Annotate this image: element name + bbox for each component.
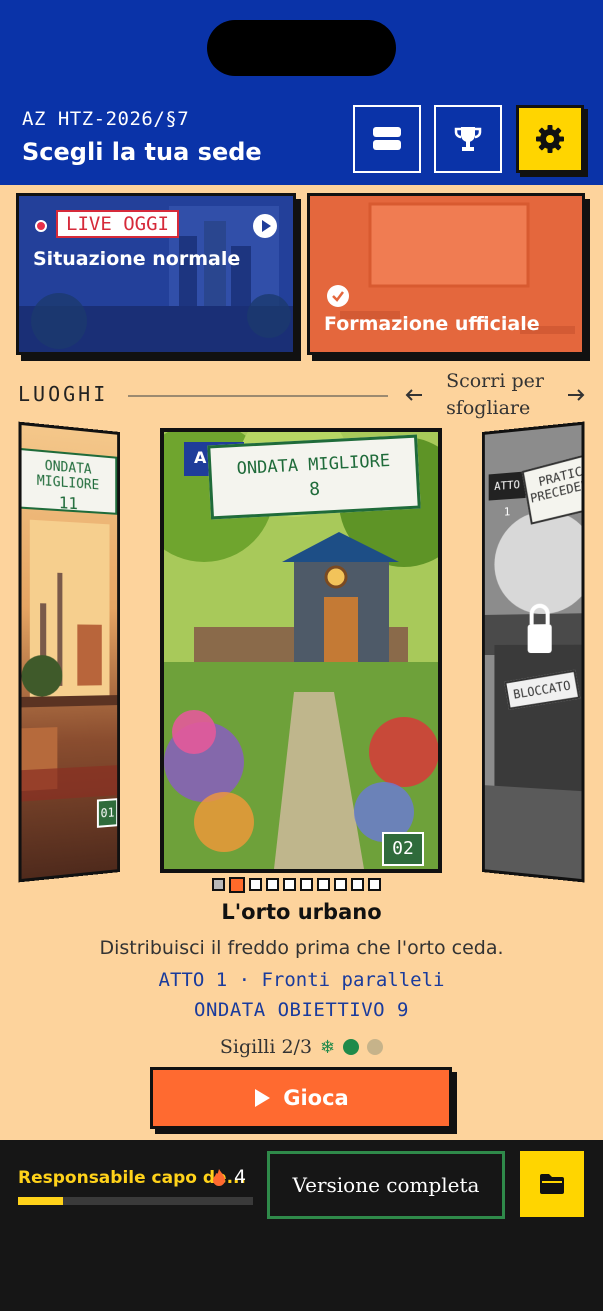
arrow-right-icon bbox=[568, 389, 585, 401]
page-dot-active[interactable] bbox=[229, 877, 245, 893]
streak-count: 4 bbox=[234, 1166, 247, 1188]
layers-button[interactable] bbox=[353, 105, 421, 173]
page-dot[interactable] bbox=[249, 878, 262, 891]
level-goal: ONDATA OBIETTIVO 9 bbox=[194, 999, 409, 1021]
page-dot[interactable] bbox=[351, 878, 364, 891]
snowflake-icon: ❄ bbox=[320, 1036, 336, 1058]
moon-seal-icon bbox=[343, 1039, 360, 1055]
badge-seal-icon bbox=[367, 1039, 384, 1055]
play-circle-icon bbox=[253, 214, 277, 238]
page-dot[interactable] bbox=[212, 878, 225, 891]
gear-icon bbox=[536, 125, 564, 153]
location-number-badge: 01 bbox=[96, 798, 119, 828]
rank-progress-fill bbox=[18, 1197, 63, 1205]
page-dot[interactable] bbox=[300, 878, 313, 891]
rank-progress-bar bbox=[18, 1197, 253, 1205]
page-title: Scegli la tua sede bbox=[22, 138, 262, 166]
trophy-icon bbox=[454, 127, 482, 151]
camera-notch bbox=[207, 20, 396, 76]
check-circle-icon bbox=[327, 285, 349, 307]
header-code: AZ HTZ-2026/§7 bbox=[22, 108, 190, 130]
banner-line1: ONDATA MIGLIORE bbox=[36, 458, 100, 494]
play-icon bbox=[255, 1089, 271, 1107]
training-card-label: Formazione ufficiale bbox=[324, 313, 540, 335]
live-tag: LIVE OGGI bbox=[56, 210, 179, 238]
seals-count: Sigilli 2/3 bbox=[219, 1036, 313, 1058]
level-description: Distribuisci il freddo prima che l'orto … bbox=[99, 937, 504, 959]
seals-row: Sigilli 2/3 ❄ bbox=[0, 1036, 603, 1058]
location-card-current[interactable]: A ONDATA MIGLIORE 8 02 bbox=[160, 428, 442, 873]
play-button-label: Gioca bbox=[283, 1086, 349, 1110]
lock-icon bbox=[526, 601, 554, 659]
folder-icon bbox=[540, 1174, 564, 1194]
live-indicator-dot bbox=[35, 220, 47, 232]
arrow-left-icon bbox=[405, 389, 422, 401]
layers-icon bbox=[373, 127, 401, 150]
official-training-card[interactable]: Formazione ufficiale bbox=[307, 193, 585, 355]
play-button[interactable]: Gioca bbox=[150, 1067, 452, 1129]
flame-icon bbox=[213, 1169, 225, 1186]
streak-counter: 4 bbox=[212, 1166, 246, 1188]
scroll-hint-line2: sfogliare bbox=[446, 397, 531, 419]
page-dot[interactable] bbox=[266, 878, 279, 891]
page-dot[interactable] bbox=[317, 878, 330, 891]
act-tag: ATTO 1 bbox=[488, 471, 526, 519]
location-card-previous[interactable]: ONDATA MIGLIORE 11 01 bbox=[18, 421, 120, 883]
full-version-button[interactable]: Versione completa bbox=[267, 1151, 505, 1219]
trophy-button[interactable] bbox=[434, 105, 502, 173]
live-today-card[interactable]: LIVE OGGI Situazione normale bbox=[16, 193, 296, 355]
best-wave-banner: ONDATA MIGLIORE 11 bbox=[18, 447, 118, 515]
section-label: LUOGHI bbox=[18, 382, 109, 406]
page-dot[interactable] bbox=[334, 878, 347, 891]
settings-button[interactable] bbox=[516, 105, 584, 173]
page-dot[interactable] bbox=[283, 878, 296, 891]
page-dot[interactable] bbox=[368, 878, 381, 891]
app-header: AZ HTZ-2026/§7 Scegli la tua sede bbox=[0, 0, 603, 185]
live-card-label: Situazione normale bbox=[33, 248, 241, 270]
location-number-badge: 02 bbox=[382, 832, 424, 866]
folder-button[interactable] bbox=[520, 1151, 584, 1217]
bottom-bar: Responsabile capo de... 4 Versione compl… bbox=[0, 1140, 603, 1311]
location-card-next-locked[interactable]: ATTO 1 PRATICA PRECEDENTE BLOCCATO bbox=[482, 421, 585, 883]
best-wave-banner: ONDATA MIGLIORE 8 bbox=[207, 434, 421, 520]
scroll-hint-line1: Scorri per bbox=[446, 370, 544, 392]
section-divider bbox=[128, 395, 388, 397]
carousel-pagination bbox=[212, 877, 381, 893]
places-section-header: LUOGHI Scorri per sfogliare bbox=[18, 368, 588, 424]
scroll-hint: Scorri per sfogliare bbox=[405, 368, 585, 422]
level-title: L'orto urbano bbox=[221, 900, 382, 924]
level-act: ATTO 1 · Fronti paralleli bbox=[158, 969, 445, 991]
